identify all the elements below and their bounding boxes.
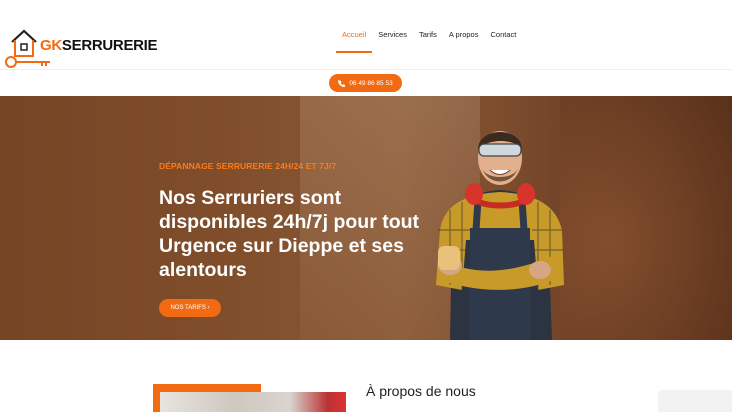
- hero-title: Nos Serruriers sont disponibles 24h/7j p…: [159, 187, 420, 281]
- brand-name: GKSERRURERIE: [40, 37, 158, 54]
- hero-subtitle: DÉPANNAGE SERRURERIE 24H/24 ET 7J/7: [159, 161, 337, 171]
- nav-tarifs[interactable]: Tarifs: [413, 28, 443, 41]
- tarifs-button[interactable]: NOS TARIFS ›: [159, 299, 221, 317]
- logo[interactable]: GKSERRURERIE: [2, 22, 158, 70]
- nav-contact[interactable]: Contact: [484, 28, 522, 41]
- locksmith-worker-image: [436, 131, 564, 340]
- about-image: [160, 392, 346, 412]
- phone-number: 06 49 86 85 53: [349, 79, 393, 87]
- nav-services[interactable]: Services: [372, 28, 413, 41]
- chat-widget-corner[interactable]: [658, 390, 732, 412]
- phone-call-button[interactable]: 06 49 86 85 53: [329, 74, 402, 92]
- main-nav: Accueil Services Tarifs A propos Contact: [336, 28, 522, 53]
- site-header: GKSERRURERIE Accueil Services Tarifs A p…: [0, 0, 732, 70]
- nav-a-propos[interactable]: A propos: [443, 28, 485, 41]
- about-title: À propos de nous: [366, 383, 476, 399]
- phone-icon: [338, 79, 346, 87]
- nav-accueil[interactable]: Accueil: [336, 28, 373, 53]
